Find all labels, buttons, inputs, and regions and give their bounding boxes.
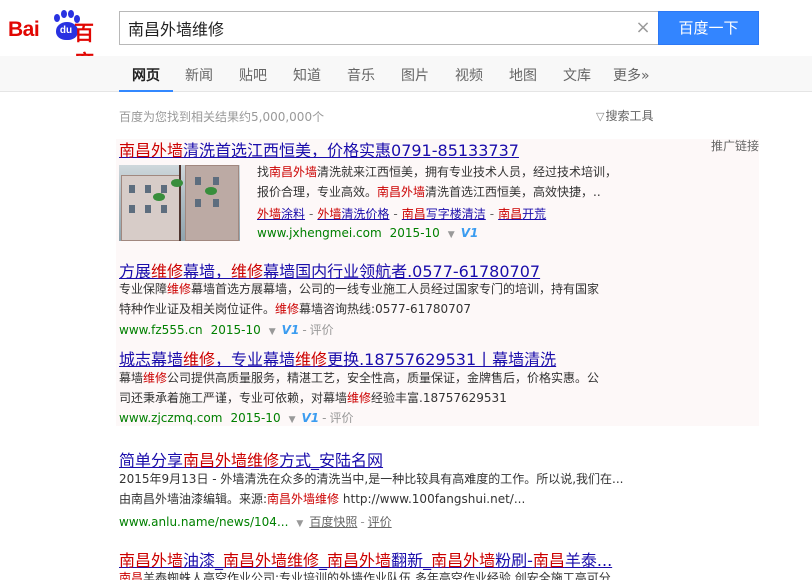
result-count: 百度为您找到相关结果约5,000,000个 <box>119 110 325 124</box>
result-url: www.jxhengmei.com <box>257 226 382 240</box>
result-title[interactable]: 南昌外墙清洗首选江西恒美，价格实惠0791-85133737 <box>119 137 519 161</box>
filter-icon: ▽ <box>596 110 605 123</box>
chevron-down-icon[interactable]: ▼ <box>448 230 455 240</box>
result-date: 2015-10 <box>230 411 281 425</box>
result-snippet: 专业保障维修幕墙首选方展幕墙，公司的一线专业施工人员经过国家专门的培训，持有国家… <box>119 282 600 316</box>
v1-badge-icon[interactable]: V1 <box>302 411 320 425</box>
logo-text-bai: Bai <box>8 18 40 41</box>
result-meta: www.zjczmq.com 2015-10 ▼ V1- 评价 <box>119 411 354 425</box>
result-title[interactable]: 城志幕墙维修，专业幕墙维修更换.18757629531丨幕墙清洗 <box>119 346 556 370</box>
logo-text-du: du <box>59 25 73 36</box>
tab-more[interactable]: 更多» <box>613 65 650 85</box>
tab-tieba[interactable]: 贴吧 <box>239 65 267 85</box>
result-date: 2015-10 <box>389 226 440 240</box>
baidu-logo[interactable]: Bai du 百度 <box>8 8 112 74</box>
tab-map[interactable]: 地图 <box>509 65 537 85</box>
result-snippet: 幕墙维修公司提供高质量服务，精湛工艺，安全性高，质量保证，金牌售后，价格实惠。公… <box>119 371 600 405</box>
result-url: www.fz555.cn <box>119 323 203 337</box>
sublink[interactable]: 南昌写字楼清洁 <box>402 207 486 221</box>
sublink[interactable]: 南昌开荒 <box>498 207 546 221</box>
result-meta: www.fz555.cn 2015-10 ▼ V1- 评价 <box>119 323 334 337</box>
result-snippet: 南昌羊泰蜘蛛人高空作业公司:专业培训的外墙作业队伍,多年高空作业经验,创安全施工… <box>119 571 611 580</box>
result-url: www.zjczmq.com <box>119 411 223 425</box>
tab-images[interactable]: 图片 <box>401 65 429 85</box>
chevron-down-icon[interactable]: ▼ <box>289 415 296 425</box>
search-box: × <box>119 11 662 45</box>
search-tools-label: 搜索工具 <box>605 109 654 123</box>
ad-label: 推广链接 <box>711 139 760 153</box>
search-tools-button[interactable]: ▽搜索工具 <box>596 107 653 124</box>
cache-link[interactable]: 百度快照 <box>309 515 357 529</box>
search-input[interactable] <box>120 12 620 44</box>
result-url: www.anlu.name/news/104... <box>119 515 289 529</box>
tab-news[interactable]: 新闻 <box>185 65 213 85</box>
result-meta: www.anlu.name/news/104... ▼ 百度快照 - 评价 <box>119 515 392 529</box>
chevron-down-icon[interactable]: ▼ <box>269 327 276 337</box>
search-button[interactable]: 百度一下 <box>658 11 759 45</box>
tab-wenku[interactable]: 文库 <box>563 65 591 85</box>
sublink[interactable]: 外墙清洗价格 <box>317 207 389 221</box>
tab-zhidao[interactable]: 知道 <box>293 65 321 85</box>
chevron-down-icon[interactable]: ▼ <box>296 519 303 529</box>
evaluate-link[interactable]: 评价 <box>329 411 353 425</box>
result-snippet: 找南昌外墙清洗就来江西恒美，拥有专业技术人员，经过技术培训， 报价合理，专业高效… <box>257 165 618 199</box>
result-date: 2015-10 <box>210 323 261 337</box>
result-snippet: 2015年9月13日 - 外墙清洗在众多的清洗当中,是一种比较具有高难度的工作。… <box>119 472 624 506</box>
result-sublinks: 外墙涂料 - 外墙清洗价格 - 南昌写字楼清洁 - 南昌开荒 <box>257 207 547 221</box>
v1-badge-icon[interactable]: V1 <box>282 323 300 337</box>
result-thumbnail[interactable] <box>119 165 240 241</box>
header: Bai du 百度 × 百度一下 <box>0 0 812 74</box>
tab-webpage[interactable]: 网页 <box>132 65 160 85</box>
evaluate-link[interactable]: 评价 <box>368 515 392 529</box>
sublink[interactable]: 外墙涂料 <box>257 207 305 221</box>
active-tab-indicator <box>119 90 173 92</box>
result-meta: www.jxhengmei.com 2015-10 ▼ V1 <box>257 226 478 240</box>
v1-badge-icon[interactable]: V1 <box>461 226 479 240</box>
tab-video[interactable]: 视频 <box>455 65 483 85</box>
tab-music[interactable]: 音乐 <box>347 65 375 85</box>
evaluate-link[interactable]: 评价 <box>310 323 334 337</box>
clear-icon[interactable]: × <box>633 18 653 38</box>
result-title[interactable]: 简单分享南昌外墙维修方式_安陆名网 <box>119 447 383 471</box>
nav-tabs: 网页 新闻 贴吧 知道 音乐 图片 视频 地图 文库 更多» <box>0 56 812 92</box>
